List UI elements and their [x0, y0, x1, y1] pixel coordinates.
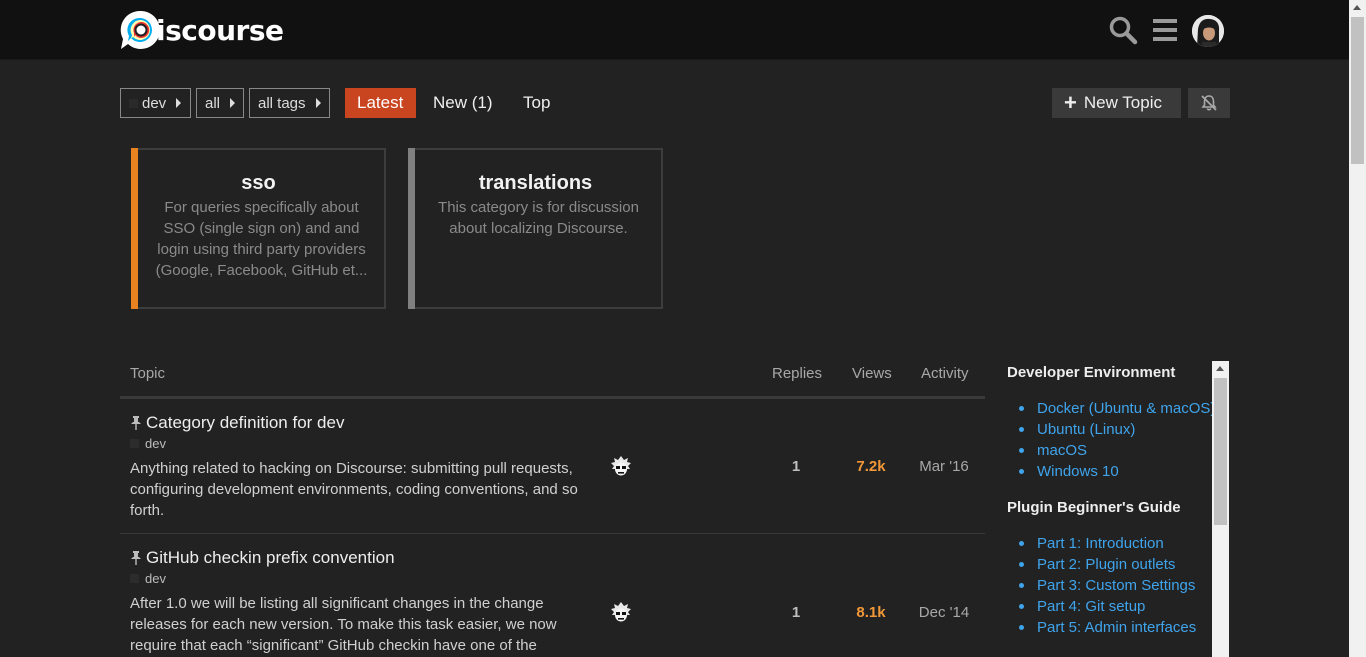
subcategory-description: This category is for discussion about lo…: [438, 199, 639, 237]
sidebar-link-list: Part 1: Introduction Part 2: Plugin outl…: [1019, 533, 1229, 638]
topic-category-name: dev: [145, 436, 166, 451]
page: iscourse dev all all tags Latest New (1)…: [0, 0, 1366, 657]
column-header-topic: Topic: [130, 365, 166, 382]
topic-title: GitHub checkin prefix convention: [146, 548, 395, 567]
category-dropdown[interactable]: dev: [120, 88, 191, 118]
scroll-up-arrow-icon[interactable]: [1216, 366, 1224, 371]
tab-new[interactable]: New (1): [421, 88, 505, 118]
topic-excerpt: After 1.0 we will be listing all signifi…: [130, 595, 557, 654]
sidebar-link[interactable]: Ubuntu (Linux): [1019, 419, 1229, 440]
category-color-bar: [408, 148, 415, 309]
topic-title-link[interactable]: Category definition for dev: [130, 413, 344, 433]
poster-avatar[interactable]: [609, 601, 633, 625]
page-scrollbar-thumb[interactable]: [1351, 17, 1364, 164]
scroll-up-arrow-icon[interactable]: [1353, 5, 1361, 10]
column-header-replies[interactable]: Replies: [772, 365, 822, 382]
sidebar-link[interactable]: Docker (Ubuntu & macOS): [1019, 398, 1229, 419]
sidebar-link[interactable]: macOS: [1019, 440, 1229, 461]
reply-count[interactable]: 1: [770, 458, 822, 475]
subcategory-box-translations[interactable]: translations This category is for discus…: [408, 148, 663, 309]
tags-dropdown-label: all tags: [258, 94, 306, 112]
activity-date[interactable]: Dec '14: [912, 604, 976, 621]
topic-category-badge[interactable]: dev: [130, 571, 166, 586]
search-icon[interactable]: [1108, 15, 1138, 45]
topic-excerpt: Anything related to hacking on Discourse…: [130, 460, 578, 519]
topic-category-badge[interactable]: dev: [130, 436, 166, 451]
sidebar-panel: Developer Environment Docker (Ubuntu & m…: [1000, 361, 1229, 657]
sidebar-link[interactable]: Part 3: Custom Settings: [1019, 575, 1229, 596]
sidebar-heading: Developer Environment: [1007, 364, 1176, 381]
page-scrollbar[interactable]: [1349, 0, 1366, 657]
bell-slash-icon: [1201, 95, 1217, 111]
sidebar-link[interactable]: Part 1: Introduction: [1019, 533, 1229, 554]
subcategory-name: translations: [478, 172, 593, 194]
new-topic-button[interactable]: + New Topic: [1052, 88, 1181, 118]
activity-date[interactable]: Mar '16: [912, 458, 976, 475]
site-header: iscourse: [0, 0, 1349, 60]
row-divider: [120, 533, 985, 534]
view-count: 7.2k: [856, 458, 886, 475]
topic-title-link[interactable]: GitHub checkin prefix convention: [130, 548, 395, 568]
plus-icon: +: [1064, 90, 1077, 115]
subcategory-dropdown-label: all: [205, 94, 221, 112]
caret-right-icon: [230, 98, 236, 108]
sidebar-link[interactable]: Windows 10: [1019, 461, 1229, 482]
discourse-logo-icon: [120, 10, 160, 50]
sidebar-scrollbar-thumb[interactable]: [1214, 378, 1227, 525]
category-dropdown-label: dev: [142, 94, 167, 112]
tab-latest[interactable]: Latest: [345, 88, 416, 118]
sidebar-link[interactable]: Part 5: Admin interfaces: [1019, 617, 1229, 638]
sidebar-link[interactable]: Part 4: Git setup: [1019, 596, 1229, 617]
category-color-square: [129, 98, 138, 108]
hamburger-menu-icon[interactable]: [1151, 15, 1181, 45]
caret-right-icon: [315, 98, 321, 108]
column-header-activity[interactable]: Activity: [921, 365, 969, 382]
subcategory-name: sso: [241, 172, 276, 194]
view-count: 8.1k: [856, 604, 886, 621]
column-header-views[interactable]: Views: [852, 365, 892, 382]
sidebar-link[interactable]: Part 2: Plugin outlets: [1019, 554, 1229, 575]
category-color-square: [130, 439, 139, 448]
header-divider: [120, 396, 985, 399]
topic-category-name: dev: [145, 571, 166, 586]
logo-wordmark: iscourse: [156, 13, 284, 47]
subcategory-dropdown[interactable]: all: [196, 88, 244, 118]
poster-avatar[interactable]: [609, 455, 633, 479]
category-color-square: [130, 574, 139, 583]
category-color-bar: [131, 148, 138, 309]
topic-title: Category definition for dev: [146, 413, 345, 432]
new-topic-label: New Topic: [1083, 93, 1162, 112]
tags-dropdown[interactable]: all tags: [249, 88, 330, 118]
sidebar-link-list: Docker (Ubuntu & macOS) Ubuntu (Linux) m…: [1019, 398, 1229, 482]
pin-icon: [131, 551, 141, 565]
notification-level-button[interactable]: [1188, 88, 1230, 118]
caret-right-icon: [176, 98, 182, 108]
tab-top[interactable]: Top: [511, 88, 562, 118]
subcategory-description: For queries specifically about SSO (sing…: [155, 199, 368, 279]
reply-count[interactable]: 1: [770, 604, 822, 621]
subcategory-box-sso[interactable]: sso For queries specifically about SSO (…: [131, 148, 386, 309]
pin-icon: [131, 416, 141, 430]
sidebar-scrollbar[interactable]: [1212, 361, 1229, 657]
site-logo[interactable]: iscourse: [120, 10, 284, 50]
sidebar-heading: Plugin Beginner's Guide: [1007, 499, 1181, 516]
user-avatar[interactable]: [1192, 15, 1224, 47]
